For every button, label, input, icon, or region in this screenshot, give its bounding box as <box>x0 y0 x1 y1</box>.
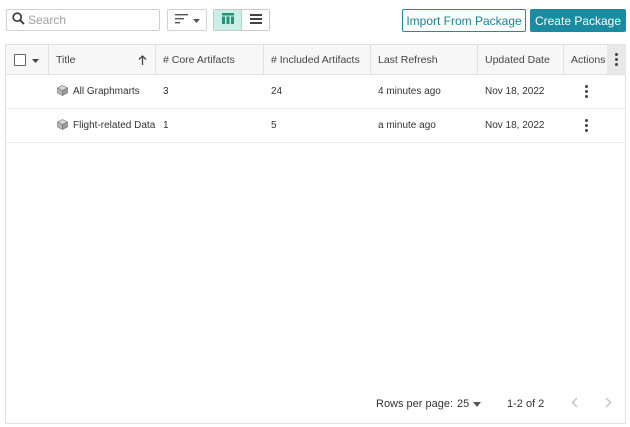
rows-per-page-value: 25 <box>457 398 470 410</box>
last-refresh-cell: a minute ago <box>378 120 436 131</box>
sort-button[interactable] <box>167 9 207 31</box>
create-package-button[interactable]: Create Package <box>530 9 626 32</box>
packages-table: Title # Core Artifacts # Included Artifa… <box>5 44 626 424</box>
search-icon <box>12 12 25 28</box>
included-artifacts-cell: 5 <box>271 120 277 131</box>
chevron-right-icon <box>604 397 612 411</box>
included-artifacts-cell: 24 <box>271 86 283 97</box>
column-last-refresh-label: Last Refresh <box>378 53 438 66</box>
column-updated-date[interactable]: Updated Date <box>478 45 564 74</box>
next-page-button[interactable] <box>600 395 616 413</box>
column-updated-date-label: Updated Date <box>485 53 550 66</box>
column-core-artifacts[interactable]: # Core Artifacts <box>156 45 264 74</box>
import-from-package-button[interactable]: Import From Package <box>402 9 526 32</box>
rows-per-page-select[interactable]: 25 <box>457 398 482 410</box>
row-title: Flight-related Data <box>73 120 156 131</box>
list-view-icon <box>249 13 262 27</box>
more-vertical-icon <box>584 119 588 132</box>
pagination-range: 1-2 of 2 <box>507 398 545 410</box>
grid-view-icon <box>221 13 234 27</box>
rows-per-page-label: Rows per page: <box>376 398 454 410</box>
column-last-refresh[interactable]: Last Refresh <box>371 45 478 74</box>
updated-date-cell: Nov 18, 2022 <box>485 120 545 131</box>
column-core-artifacts-label: # Core Artifacts <box>163 53 235 66</box>
updated-date-cell: Nov 18, 2022 <box>485 86 545 97</box>
column-actions-label: Actions <box>571 53 606 66</box>
sort-icon <box>174 13 189 27</box>
search-input[interactable] <box>28 13 148 27</box>
view-toggle <box>213 9 270 31</box>
row-actions-button[interactable] <box>564 75 608 108</box>
chevron-left-icon <box>570 397 578 411</box>
column-options-button[interactable] <box>607 45 626 74</box>
row-actions-button[interactable] <box>564 109 608 142</box>
title-cell[interactable]: All Graphmarts <box>49 75 156 108</box>
package-cube-icon <box>56 84 69 99</box>
core-artifacts-cell: 3 <box>163 86 169 97</box>
select-all-checkbox[interactable] <box>14 53 26 66</box>
chevron-down-icon[interactable] <box>32 54 39 66</box>
previous-page-button[interactable] <box>566 395 582 413</box>
table-row[interactable]: All Graphmarts 3 24 4 minutes ago Nov 18… <box>6 75 625 109</box>
search-box[interactable] <box>6 9 160 31</box>
more-vertical-icon <box>615 53 618 66</box>
title-cell[interactable]: Flight-related Data <box>49 109 156 142</box>
table-header: Title # Core Artifacts # Included Artifa… <box>6 45 626 75</box>
chevron-down-icon <box>473 398 482 410</box>
list-view-button[interactable] <box>242 10 269 30</box>
table-row[interactable]: Flight-related Data 1 5 a minute ago Nov… <box>6 109 625 143</box>
select-all-control[interactable] <box>6 45 49 74</box>
row-title: All Graphmarts <box>73 86 140 97</box>
column-title[interactable]: Title <box>49 45 156 74</box>
grid-view-button[interactable] <box>214 10 242 30</box>
package-cube-icon <box>56 118 69 133</box>
more-vertical-icon <box>584 85 588 98</box>
core-artifacts-cell: 1 <box>163 120 169 131</box>
sort-ascending-icon[interactable] <box>138 55 147 68</box>
column-included-artifacts-label: # Included Artifacts <box>271 53 360 66</box>
last-refresh-cell: 4 minutes ago <box>378 86 441 97</box>
column-included-artifacts[interactable]: # Included Artifacts <box>264 45 371 74</box>
chevron-down-icon <box>192 14 200 26</box>
column-title-label: Title <box>56 53 76 66</box>
pagination-bar: Rows per page: 25 1-2 of 2 <box>6 387 625 423</box>
